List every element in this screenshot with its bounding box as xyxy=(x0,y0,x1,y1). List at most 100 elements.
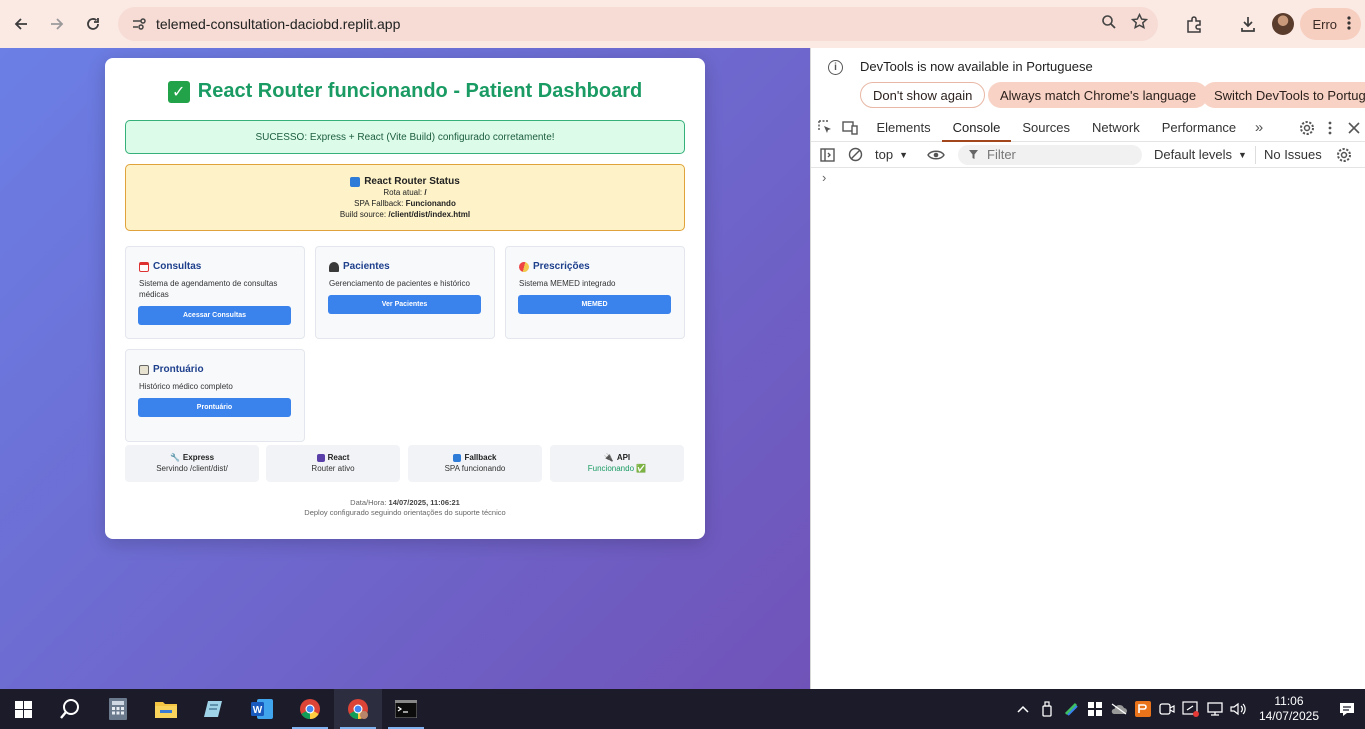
stat-title: React xyxy=(266,453,400,462)
system-clock[interactable]: 11:06 14/07/2025 xyxy=(1251,694,1329,724)
refresh-icon xyxy=(350,176,361,187)
chevron-up-icon[interactable] xyxy=(1011,689,1035,729)
datetime-label: Data/Hora: xyxy=(350,498,387,507)
notes-app-icon[interactable] xyxy=(190,689,238,729)
zoom-icon[interactable] xyxy=(1101,14,1117,35)
meet-now-icon[interactable] xyxy=(1155,689,1179,729)
volume-icon[interactable] xyxy=(1227,689,1251,729)
context-selector[interactable]: top ▼ xyxy=(875,147,908,162)
route-line: Rota atual: / xyxy=(126,187,684,198)
console-prompt[interactable]: › xyxy=(822,170,826,185)
file-explorer-icon[interactable] xyxy=(142,689,190,729)
downloads-icon[interactable] xyxy=(1230,6,1266,42)
url-text[interactable]: telemed-consultation-daciobd.replit.app xyxy=(156,16,400,32)
feature-description: Histórico médico completo xyxy=(139,382,233,391)
console-filter-input[interactable]: Filter xyxy=(958,144,1142,165)
console-toolbar: top ▼ Filter Default levels ▼ No Issues xyxy=(811,142,1365,168)
devtools-menu-icon[interactable] xyxy=(1319,114,1343,142)
stat-subtitle: Servindo /client/dist/ xyxy=(156,464,228,473)
feature-title-text: Prescrições xyxy=(533,261,590,272)
prontuario-button[interactable]: Prontuário xyxy=(138,398,291,417)
always-match-language-button[interactable]: Always match Chrome's language xyxy=(988,82,1209,108)
ver-pacientes-button[interactable]: Ver Pacientes xyxy=(328,295,481,314)
clock-date: 14/07/2025 xyxy=(1258,709,1319,723)
update-notification-icon[interactable] xyxy=(1179,689,1203,729)
route-label: Rota atual: xyxy=(383,188,423,197)
stat-subtitle: Router ativo xyxy=(311,464,355,473)
extensions-icon[interactable] xyxy=(1176,6,1212,42)
terminal-icon[interactable] xyxy=(382,689,430,729)
devtools-tabs: Elements Console Sources Network Perform… xyxy=(811,114,1365,142)
system-tray: 11:06 14/07/2025 xyxy=(1011,689,1365,729)
search-icon[interactable] xyxy=(46,689,94,729)
back-icon[interactable] xyxy=(3,6,39,42)
page-title: ✓ React Router funcionando - Patient Das… xyxy=(105,80,705,103)
stat-title: 🔧 Express xyxy=(125,453,259,462)
fallback-label: SPA Fallback: xyxy=(354,199,404,208)
pen-app-icon[interactable] xyxy=(1059,689,1083,729)
stat-title: Fallback xyxy=(408,453,542,462)
clear-console-icon[interactable] xyxy=(841,141,869,169)
dashboard-card: ✓ React Router funcionando - Patient Das… xyxy=(105,58,705,539)
profile-avatar[interactable] xyxy=(1272,13,1295,35)
site-settings-icon[interactable] xyxy=(130,15,148,33)
address-bar[interactable]: telemed-consultation-daciobd.replit.app xyxy=(118,7,1158,41)
device-toolbar-icon[interactable] xyxy=(838,114,862,142)
fallback-value: Funcionando xyxy=(405,199,456,208)
more-tabs-chevron-icon[interactable]: » xyxy=(1247,114,1271,142)
dont-show-again-button[interactable]: Don't show again xyxy=(860,82,986,108)
acessar-consultas-button[interactable]: Acessar Consultas xyxy=(138,306,291,325)
feature-description: Gerenciamento de pacientes e histórico xyxy=(329,279,470,288)
windows-start-icon[interactable] xyxy=(0,689,46,729)
tab-elements[interactable]: Elements xyxy=(865,114,941,142)
cloud-offline-icon[interactable] xyxy=(1107,689,1131,729)
stat-title-text: Fallback xyxy=(464,453,497,462)
feature-card-consultas: Consultas Sistema de agendamento de cons… xyxy=(125,246,305,339)
close-devtools-icon[interactable] xyxy=(1342,114,1365,142)
tab-performance[interactable]: Performance xyxy=(1151,114,1247,142)
settings-gear-icon[interactable] xyxy=(1295,114,1319,142)
devtools-panel: i DevTools is now available in Portugues… xyxy=(810,48,1365,689)
plug-icon: 🔌 xyxy=(603,453,614,462)
notifications-icon[interactable] xyxy=(1329,689,1365,729)
sidebar-toggle-icon[interactable] xyxy=(813,141,841,169)
router-status-box: React Router Status Rota atual: / SPA Fa… xyxy=(125,164,685,231)
chrome-icon[interactable] xyxy=(286,689,334,729)
reload-icon[interactable] xyxy=(75,6,111,42)
bookmark-star-icon[interactable] xyxy=(1130,12,1149,35)
live-expression-eye-icon[interactable] xyxy=(922,141,950,169)
react-icon xyxy=(316,453,325,462)
calculator-icon[interactable] xyxy=(94,689,142,729)
stat-fallback: Fallback SPA funcionando xyxy=(408,445,542,482)
wrench-icon: 🔧 xyxy=(169,453,180,462)
switch-to-portuguese-button[interactable]: Switch DevTools to Portuguese xyxy=(1202,82,1365,108)
tab-sources[interactable]: Sources xyxy=(1011,114,1081,142)
stat-api: 🔌 API Funcionando ✅ xyxy=(550,445,684,482)
office-app-icon[interactable] xyxy=(1131,689,1155,729)
network-icon[interactable] xyxy=(1203,689,1227,729)
tab-network[interactable]: Network xyxy=(1081,114,1151,142)
forward-icon[interactable] xyxy=(39,6,75,42)
console-settings-gear-icon[interactable] xyxy=(1330,141,1358,169)
inspect-element-icon[interactable] xyxy=(814,114,838,142)
pill-icon xyxy=(517,259,531,274)
issues-counter[interactable]: No Issues xyxy=(1264,147,1322,162)
stat-react: React Router ativo xyxy=(266,445,400,482)
router-status-title-text: React Router Status xyxy=(364,176,460,187)
feature-description: Sistema de agendamento de consultas médi… xyxy=(139,279,278,299)
stat-title-text: React xyxy=(327,453,350,462)
word-icon[interactable]: W xyxy=(238,689,286,729)
tab-console[interactable]: Console xyxy=(941,114,1012,142)
calendar-icon xyxy=(139,261,149,272)
log-levels-dropdown[interactable]: Default levels ▼ xyxy=(1154,147,1247,162)
stat-title-text: API xyxy=(616,453,631,462)
stat-subtitle: Funcionando ✅ xyxy=(587,464,647,473)
chrome-profile-icon[interactable] xyxy=(334,689,382,729)
profile-error-label: Erro xyxy=(1312,16,1337,32)
profile-error-button[interactable]: Erro xyxy=(1300,8,1361,40)
usb-drive-icon[interactable] xyxy=(1035,689,1059,729)
more-menu-icon[interactable] xyxy=(1347,15,1351,33)
security-shield-icon[interactable] xyxy=(1083,689,1107,729)
memed-button[interactable]: MEMED xyxy=(518,295,671,314)
datetime-line: Data/Hora: 14/07/2025, 11:06:21 xyxy=(105,498,705,508)
